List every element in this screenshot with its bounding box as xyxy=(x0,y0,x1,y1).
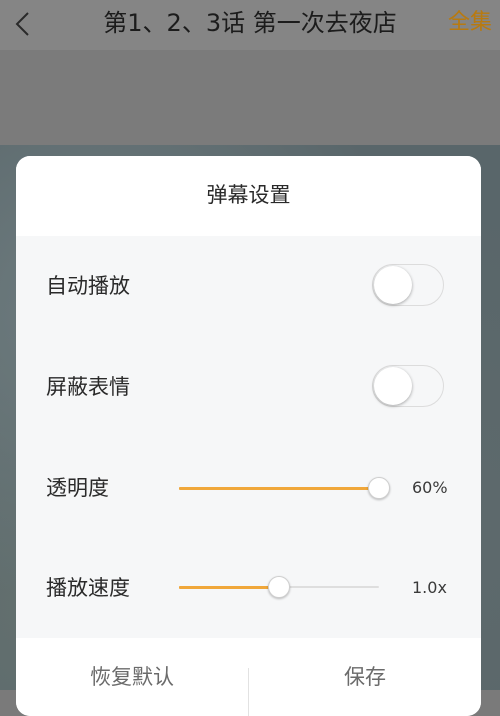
toggle-knob xyxy=(374,367,412,405)
slider-fill xyxy=(179,586,279,589)
auto-play-label: 自动播放 xyxy=(46,274,130,298)
auto-play-toggle[interactable] xyxy=(372,264,444,306)
opacity-value: 60% xyxy=(412,478,448,497)
playback-speed-value: 1.0x xyxy=(412,578,447,597)
reset-default-button[interactable]: 恢复默认 xyxy=(16,638,248,716)
all-episodes-link[interactable]: 全集 xyxy=(448,6,492,40)
toggle-knob xyxy=(374,266,412,304)
danmaku-settings-dialog: 弹幕设置 自动播放 屏蔽表情 透明度 60% 播放速度 1.0x 恢复默认 保存 xyxy=(16,156,481,716)
top-bar: 第1、2、3话 第一次去夜店 全集 xyxy=(0,0,500,50)
dialog-header: 弹幕设置 xyxy=(16,156,481,236)
opacity-slider[interactable] xyxy=(179,476,390,500)
opacity-label: 透明度 xyxy=(46,476,109,500)
dialog-title: 弹幕设置 xyxy=(206,183,291,207)
slider-thumb[interactable] xyxy=(268,576,290,598)
block-emoji-label: 屏蔽表情 xyxy=(46,375,130,399)
playback-speed-label: 播放速度 xyxy=(46,576,130,600)
playback-speed-slider[interactable] xyxy=(179,575,379,599)
page-title: 第1、2、3话 第一次去夜店 xyxy=(103,9,397,37)
slider-fill xyxy=(179,487,379,490)
chevron-left-icon[interactable] xyxy=(12,9,34,39)
dialog-footer: 恢复默认 保存 xyxy=(16,638,481,716)
slider-thumb[interactable] xyxy=(368,477,390,499)
block-emoji-toggle[interactable] xyxy=(372,365,444,407)
dimmed-content-band xyxy=(0,50,500,145)
save-button[interactable]: 保存 xyxy=(249,638,481,716)
